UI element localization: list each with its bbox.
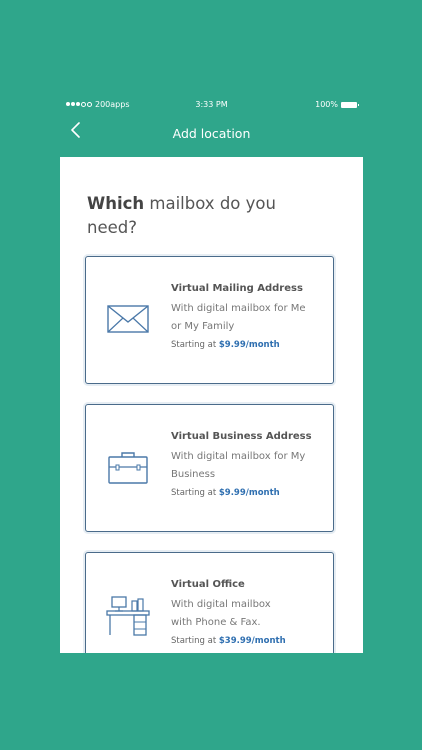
card-title: Virtual Office <box>171 579 245 590</box>
option-card-virtual-business-address[interactable]: Virtual Business Address With digital ma… <box>85 404 334 532</box>
card-description-line: With digital mailbox <box>171 599 271 610</box>
card-price: Starting at $39.99/month <box>171 636 286 646</box>
battery-icon <box>341 101 359 108</box>
status-bar: 200apps 3:33 PM 100% <box>66 100 359 114</box>
top-bar: 200apps 3:33 PM 100% Add location <box>60 96 363 157</box>
briefcase-icon <box>108 452 148 484</box>
option-card-virtual-mailing-address[interactable]: Virtual Mailing Address With digital mai… <box>85 256 334 384</box>
heading-bold: Which <box>87 194 145 213</box>
price-amount: $9.99/month <box>218 340 280 350</box>
card-description-line: With digital mailbox for My <box>171 451 306 462</box>
page-title: Add location <box>172 126 251 141</box>
price-amount: $9.99/month <box>218 488 280 498</box>
card-description-line: or My Family <box>171 321 235 332</box>
card-description-line: Business <box>171 469 216 480</box>
card-description-line: With digital mailbox for Me <box>171 303 306 314</box>
phone-screen: 200apps 3:33 PM 100% Add location Which … <box>60 96 363 653</box>
status-time: 3:33 PM <box>195 100 228 109</box>
option-card-virtual-office[interactable]: Virtual Office With digital mailbox with… <box>85 552 334 653</box>
card-description-line: with Phone & Fax. <box>171 617 261 628</box>
card-price: Starting at $9.99/month <box>171 488 280 498</box>
card-title: Virtual Business Address <box>171 431 312 442</box>
desk-icon <box>106 596 150 636</box>
card-price: Starting at $9.99/month <box>171 340 280 350</box>
question-heading: Which mailbox do you need? <box>87 192 317 240</box>
price-amount: $39.99/month <box>218 636 286 646</box>
card-title: Virtual Mailing Address <box>171 283 303 294</box>
battery-label: 100% <box>315 100 338 109</box>
envelope-icon <box>107 305 149 333</box>
